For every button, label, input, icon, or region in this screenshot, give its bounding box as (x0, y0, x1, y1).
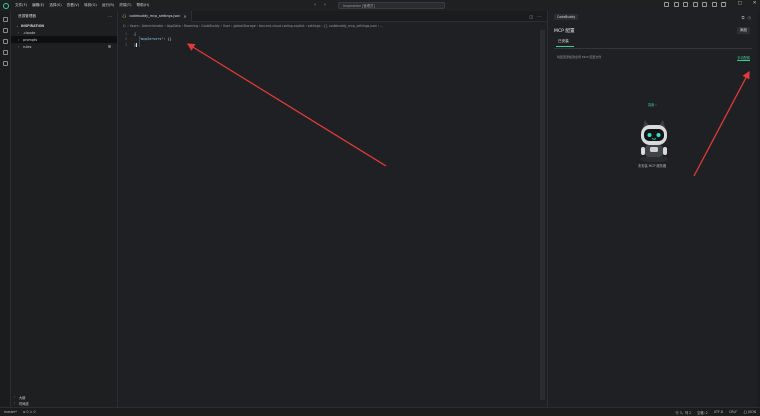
code-token: { (134, 31, 137, 36)
forward-arrow-icon[interactable]: › (324, 2, 326, 8)
problems-status[interactable]: ⊗ 0 ⚠ 0 (23, 410, 36, 414)
tab-installed[interactable]: 已安装 (558, 39, 569, 44)
status-dot-icon (108, 45, 111, 48)
active-tab-indicator (556, 46, 574, 47)
editor-area: {} codebuddy_mcp_settings.json ✕ ◫ ··· C… (118, 10, 547, 407)
run-debug-icon[interactable] (3, 50, 8, 55)
status-left: master* ⊗ 0 ⚠ 0 (4, 410, 35, 414)
indentation-status[interactable]: 空格: 2 (697, 410, 708, 415)
new-window-icon[interactable]: ⧉ (742, 15, 745, 20)
editor-tab-label: codebuddy_mcp_settings.json (129, 14, 181, 18)
more-actions-icon[interactable]: ··· (108, 14, 112, 19)
app-logo-icon (3, 2, 9, 9)
indent-guide (139, 36, 140, 47)
close-window-button[interactable]: ✕ (753, 1, 757, 6)
code-token: : {} (163, 37, 172, 42)
explorer-sidebar: 资源管理器 ··· ⌄ INSPIRATION › .claude › prom… (11, 11, 118, 407)
activity-bar (0, 11, 11, 407)
json-file-icon: {} (122, 14, 127, 18)
toggle-panel-icon[interactable] (673, 2, 679, 7)
command-search-input[interactable]: Inspiration [管理员] (338, 2, 445, 9)
codebuddy-icon[interactable] (3, 61, 8, 66)
menu-file[interactable]: 文件(F) (15, 3, 27, 8)
search-icon[interactable] (3, 28, 8, 33)
explore-link[interactable]: 探索 › (648, 102, 657, 107)
editor-actions: ◫ ··· (529, 14, 541, 19)
add-mcp-button[interactable]: 添加 (736, 27, 750, 34)
line-number: 1 (124, 31, 127, 36)
menu-view[interactable]: 查看(V) (67, 3, 79, 8)
menu-help[interactable]: 帮助(H) (137, 3, 150, 8)
source-control-icon[interactable] (3, 39, 8, 44)
line-ending-status[interactable]: CRLF (729, 410, 737, 415)
tree-item-prompts[interactable]: › prompts (11, 36, 117, 43)
panel-tab-codebuddy[interactable]: CodeBuddy (554, 14, 579, 20)
tree-item-rules[interactable]: › rules (11, 43, 117, 50)
menu-go[interactable]: 转到(G) (84, 3, 97, 8)
workspace-root[interactable]: ⌄ INSPIRATION (11, 22, 117, 29)
toggle-secondary-sidebar-icon[interactable] (683, 2, 688, 7)
code-view[interactable]: 1 { 2 "mcpServers" : {} 3 } (118, 30, 547, 48)
minimize-button[interactable]: — (722, 1, 727, 6)
menu-terminal[interactable]: 终端(T) (119, 3, 131, 8)
cursor-position-status[interactable]: 行 3，列 2 (676, 410, 692, 415)
customize-layout-icon[interactable] (692, 2, 698, 7)
line-number: 2 (124, 37, 127, 42)
split-editor-icon[interactable]: ◫ (529, 14, 533, 19)
layout-toolbar (664, 2, 726, 7)
panel-actions: ⧉ ◷ (742, 15, 751, 20)
extensions-icon[interactable] (702, 2, 707, 7)
editor-tab-bar: {} codebuddy_mcp_settings.json ✕ ◫ ··· (118, 10, 547, 22)
language-mode-status[interactable]: {} JSON (743, 410, 756, 415)
panel-title: MCP 配置 (554, 29, 575, 34)
line-number: 3 (124, 42, 127, 47)
code-line: 3 } (118, 42, 547, 48)
branch-status[interactable]: master* (4, 410, 17, 414)
menu-bar: 文件(F) 编辑(E) 选择(S) 查看(V) 转到(G) 运行(R) 终端(T… (15, 3, 149, 8)
back-arrow-icon[interactable]: ‹ (314, 2, 316, 8)
breadcrumb[interactable]: C: › Users › Administrator › AppData › R… (118, 22, 547, 30)
menu-selection[interactable]: 选择(S) (49, 3, 61, 8)
timeline-label: 时间线 (19, 401, 29, 406)
manual-config-link[interactable]: 手动配置 (737, 55, 750, 60)
codebuddy-panel: CodeBuddy ⧉ ◷ MCP 配置 添加 已安装 将配置添加到全局 MCP… (547, 11, 757, 407)
maximize-button[interactable]: □ (738, 1, 742, 6)
explorer-icon[interactable] (3, 17, 8, 22)
timeline-section[interactable]: › 时间线 (11, 400, 118, 406)
empty-state-text: 未安装 MCP 服务器 (638, 164, 667, 168)
editor-tab[interactable]: {} codebuddy_mcp_settings.json ✕ (118, 10, 192, 22)
history-icon[interactable]: ◷ (748, 15, 752, 20)
tree-item-label: prompts (23, 37, 38, 42)
close-tab-icon[interactable]: ✕ (183, 14, 186, 19)
outline-label: 大纲 (19, 395, 26, 400)
json-key: "mcpServers" (139, 37, 164, 42)
more-actions-icon[interactable]: ··· (537, 14, 541, 19)
menu-edit[interactable]: 编辑(E) (32, 3, 44, 8)
config-info-text: 将配置添加到全局 MCP 配置文件 (557, 55, 602, 59)
encoding-status[interactable]: UTF-8 (714, 410, 723, 415)
status-right: 行 3，列 2 空格: 2 UTF-8 CRLF {} JSON (676, 410, 756, 415)
editor-scrollbar[interactable] (540, 30, 545, 400)
search-placeholder: Inspiration [管理员] (343, 4, 375, 8)
text-cursor (136, 42, 137, 48)
status-bar: master* ⊗ 0 ⚠ 0 行 3，列 2 空格: 2 UTF-8 CRLF… (0, 407, 760, 416)
window-controls: — □ ✕ (722, 1, 757, 6)
explorer-title: 资源管理器 (18, 14, 36, 18)
tree-item-claude[interactable]: › .claude (11, 29, 117, 36)
toggle-sidebar-icon[interactable] (664, 2, 669, 7)
title-bar: 文件(F) 编辑(E) 选择(S) 查看(V) 转到(G) 运行(R) 终端(T… (0, 0, 760, 11)
workspace-root-label: INSPIRATION (21, 23, 45, 28)
menu-run[interactable]: 运行(R) (102, 3, 115, 8)
nav-arrows: ‹ › (314, 2, 326, 8)
tree-item-label: rules (23, 44, 32, 49)
tree-item-label: .claude (23, 30, 36, 35)
robot-cat-mascot-icon (640, 120, 668, 162)
settings-gear-icon[interactable] (711, 2, 717, 7)
divider (554, 48, 752, 49)
